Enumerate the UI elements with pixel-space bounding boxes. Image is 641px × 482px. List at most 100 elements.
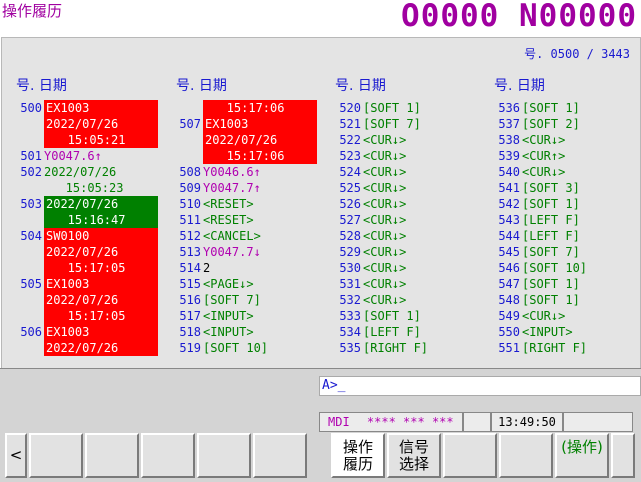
entry-number: 533 [339, 309, 361, 323]
entry-text: [SOFT 7] [522, 245, 580, 259]
history-entry-line: 541 [SOFT 3] [492, 180, 587, 196]
history-entry-line: 526 <CUR↓> [333, 196, 428, 212]
entry-text: [SOFT 1] [522, 277, 580, 291]
entry-text: SW0100 [44, 228, 158, 244]
entry-number: 550 [498, 325, 520, 339]
history-entry-line: 15:16:47 [14, 212, 158, 228]
history-entry-line: 500 EX1003 [14, 100, 158, 116]
history-entry-line: 524 <CUR↓> [333, 164, 428, 180]
entry-number: 537 [498, 117, 520, 131]
softkey-2[interactable] [85, 433, 139, 478]
history-column-3: 520 [SOFT 1] 521 [SOFT 7] 522 <CUR↓> 523 <CUR↓>… [333, 100, 428, 356]
entry-number: 508 [179, 165, 201, 179]
softkey-9[interactable] [499, 433, 553, 478]
column-header-1: 号. 日期 [16, 78, 67, 94]
entry-number: 535 [339, 341, 361, 355]
entry-number: 528 [339, 229, 361, 243]
history-entry-line: 545 [SOFT 7] [492, 244, 587, 260]
history-entry-line: 513 Y0047.7↓ [173, 244, 317, 260]
history-entry-line: 531 <CUR↓> [333, 276, 428, 292]
softkey-3[interactable] [141, 433, 195, 478]
entry-number: 544 [498, 229, 520, 243]
screen-title: 操作履历 [2, 2, 63, 20]
entry-text: Y0047.7↓ [203, 245, 261, 259]
entry-number: 514 [179, 261, 201, 275]
history-entry-line: 536 [SOFT 1] [492, 100, 587, 116]
entry-number: 512 [179, 229, 201, 243]
history-entry-line: 522 <CUR↓> [333, 132, 428, 148]
entry-text: <CUR↓> [522, 309, 566, 323]
entry-text: <CUR↓> [363, 229, 407, 243]
history-entry-line: 504 SW0100 [14, 228, 158, 244]
softkey-4[interactable] [197, 433, 251, 478]
softkey-1[interactable] [29, 433, 83, 478]
page-info: 号. 0500 / 3443 [524, 47, 630, 61]
entry-text: [LEFT F] [522, 229, 580, 243]
entry-number: 542 [498, 197, 520, 211]
entry-text: 15:17:05 [44, 308, 158, 324]
entry-number: 525 [339, 181, 361, 195]
history-entry-line: 543 [LEFT F] [492, 212, 587, 228]
history-entry-line: 509 Y0047.7↑ [173, 180, 317, 196]
column-header-2: 号. 日期 [176, 78, 227, 94]
history-entry-line: 547 [SOFT 1] [492, 276, 587, 292]
entry-text: [SOFT 10] [522, 261, 588, 275]
entry-text: <CUR↓> [363, 197, 407, 211]
entry-text: 2 [203, 261, 211, 275]
history-entry-line: 2022/07/26 [173, 132, 317, 148]
history-entry-line: 517 <INPUT> [173, 308, 317, 324]
entry-text: <CUR↓> [363, 133, 407, 147]
entry-number: 515 [179, 277, 201, 291]
softkey-right[interactable] [611, 433, 635, 478]
history-entry-line: 2022/07/26 [14, 340, 158, 356]
entry-number: 538 [498, 133, 520, 147]
softkey-operate[interactable]: (操作) [555, 433, 609, 478]
key-input-line[interactable]: A>_ [319, 376, 641, 396]
softkey-5[interactable] [253, 433, 307, 478]
history-entry-line: 528 <CUR↓> [333, 228, 428, 244]
entry-number: 530 [339, 261, 361, 275]
entry-text: <CUR↓> [363, 245, 407, 259]
history-entry-line: 15:17:05 [14, 260, 158, 276]
entry-text: [SOFT 10] [203, 341, 269, 355]
softkey-operation-history[interactable]: 操作 履历 [331, 433, 385, 478]
entry-text: [SOFT 1] [363, 309, 421, 323]
history-entry-line: 506 EX1003 [14, 324, 158, 340]
entry-number: 521 [339, 117, 361, 131]
softkey-8[interactable] [443, 433, 497, 478]
entry-number: 549 [498, 309, 520, 323]
entry-text: <INPUT> [522, 325, 573, 339]
entry-text: <CUR↓> [363, 261, 407, 275]
history-entry-line: 533 [SOFT 1] [333, 308, 428, 324]
entry-text: [SOFT 1] [363, 101, 421, 115]
history-entry-line: 507 EX1003 [173, 116, 317, 132]
entry-text: <CUR↑> [522, 149, 566, 163]
entry-text: <CUR↓> [363, 293, 407, 307]
entry-number: 545 [498, 245, 520, 259]
entry-text: Y0046.6↑ [203, 165, 261, 179]
entry-number: 523 [339, 149, 361, 163]
softkey-left-arrow[interactable]: < [5, 433, 27, 478]
history-entry-line: 519 [SOFT 10] [173, 340, 317, 356]
history-entry-line: 523 <CUR↓> [333, 148, 428, 164]
status-slot-2 [563, 412, 633, 432]
entry-text: <CUR↓> [363, 149, 407, 163]
history-entry-line: 2022/07/26 [14, 292, 158, 308]
softkey-signal-select[interactable]: 信号 选择 [387, 433, 441, 478]
entry-number: 507 [179, 117, 201, 131]
history-entry-line: 15:17:05 [14, 308, 158, 324]
history-entry-line: 510 <RESET> [173, 196, 317, 212]
entry-number: 519 [179, 341, 201, 355]
entry-number: 511 [179, 213, 201, 227]
entry-number: 500 [20, 101, 42, 115]
entry-text: 15:05:21 [44, 132, 158, 148]
history-entry-line: 515 <PAGE↓> [173, 276, 317, 292]
history-entry-line: 527 <CUR↓> [333, 212, 428, 228]
history-entry-line: 512 <CANCEL> [173, 228, 317, 244]
program-number: O0000 N00000 [401, 0, 637, 34]
entry-number: 547 [498, 277, 520, 291]
entry-text: EX1003 [44, 276, 158, 292]
entry-number: 526 [339, 197, 361, 211]
history-entry-line: 15:05:21 [14, 132, 158, 148]
entry-number: 548 [498, 293, 520, 307]
